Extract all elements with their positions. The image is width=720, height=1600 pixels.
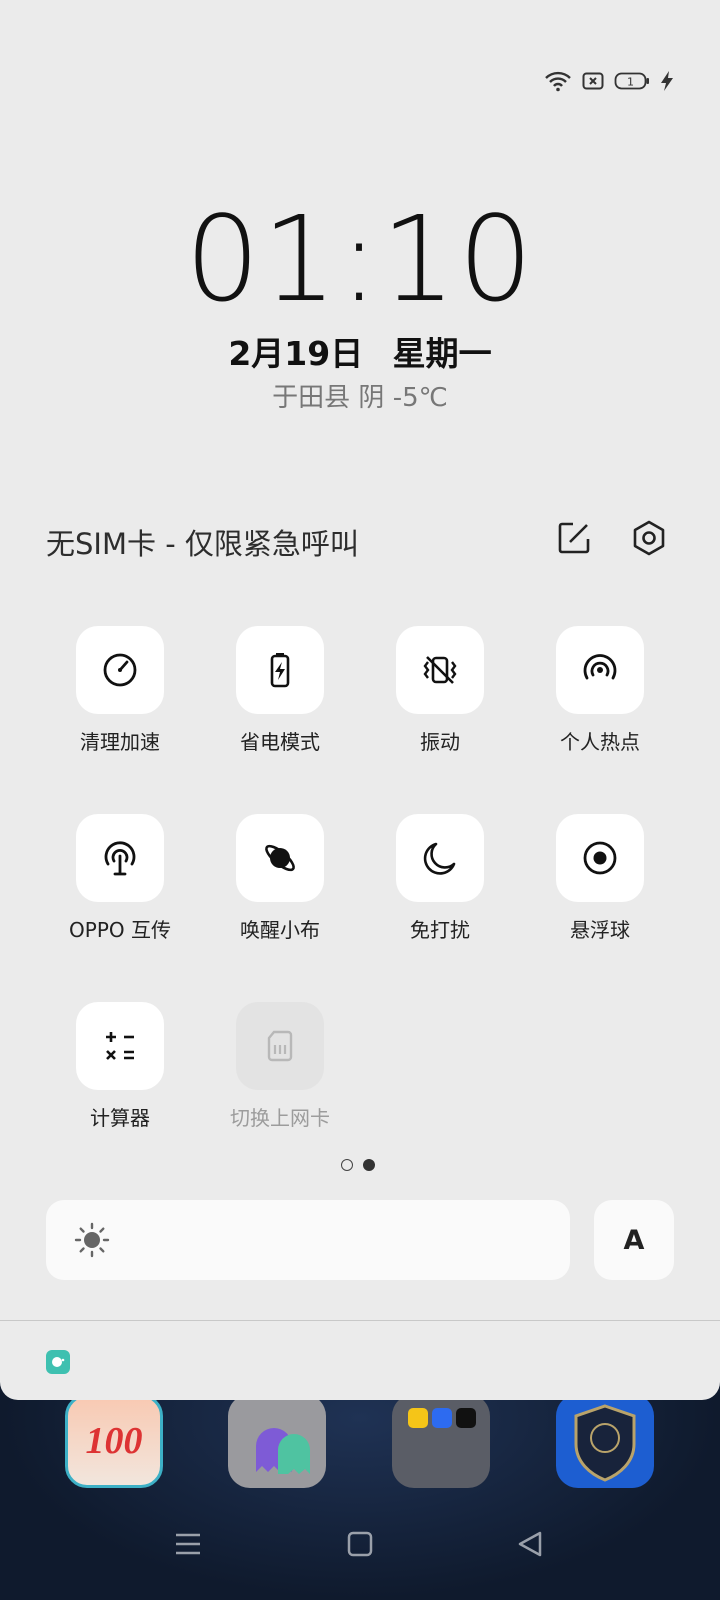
tile-button[interactable]	[236, 814, 324, 902]
tile-switch-data-sim[interactable]: 切换上网卡	[220, 1002, 340, 1142]
vibrate-off-icon	[423, 656, 457, 684]
home-app-icon[interactable]	[556, 1394, 654, 1488]
hotspot-icon	[583, 654, 617, 680]
tile-calculator[interactable]: 计算器	[60, 1002, 180, 1142]
brightness-slider[interactable]	[46, 1200, 570, 1280]
tile-wake-breeno[interactable]: 唤醒小布	[220, 814, 340, 954]
tile-power-saving[interactable]: 省电模式	[220, 626, 340, 766]
tile-label: 悬浮球	[570, 918, 630, 942]
tile-label: 清理加速	[80, 730, 160, 754]
sim-card-icon	[267, 1030, 293, 1062]
app-icon-text: 100	[85, 1420, 143, 1462]
floating-ball-icon	[583, 841, 617, 875]
tile-button[interactable]	[556, 814, 644, 902]
edit-button[interactable]	[552, 516, 596, 560]
date-text: 2月19日 星期一	[228, 334, 492, 373]
battery-level-text: 1	[627, 76, 634, 89]
tile-button[interactable]	[556, 626, 644, 714]
control-center-panel: 1 01:10 2月19日 星期一 于田县 阴 -5℃ 无SIM卡 - 仅限紧急…	[0, 0, 720, 1400]
share-antenna-icon	[104, 841, 136, 876]
divider	[0, 1320, 720, 1321]
tile-button[interactable]	[236, 1002, 324, 1090]
tile-label: OPPO 互传	[69, 918, 171, 942]
tile-label: 个人热点	[560, 730, 640, 754]
notification-app-icon[interactable]	[46, 1350, 70, 1374]
sun-icon	[74, 1222, 110, 1258]
screen: 100 1 01:10 2月19日 星期一 于田县 阴 -5℃ 无SIM卡 - …	[0, 0, 720, 1600]
edit-icon	[558, 522, 590, 554]
square-icon	[347, 1531, 373, 1557]
tile-label: 省电模式	[240, 730, 320, 754]
no-sim-icon	[582, 72, 604, 90]
tile-button[interactable]	[236, 626, 324, 714]
auto-brightness-button[interactable]: A	[594, 1200, 674, 1280]
tile-button[interactable]	[76, 1002, 164, 1090]
sim-status-text: 无SIM卡 - 仅限紧急呼叫	[46, 527, 359, 561]
tile-button[interactable]	[76, 626, 164, 714]
home-app-icon[interactable]	[228, 1394, 326, 1488]
charging-icon	[661, 71, 673, 91]
tile-clean-speed[interactable]: 清理加速	[60, 626, 180, 766]
gear-icon	[633, 520, 665, 556]
navigation-bar	[0, 1490, 720, 1600]
battery-icon: 1	[614, 72, 649, 90]
wifi-icon	[545, 71, 571, 92]
tile-floating-ball[interactable]: 悬浮球	[540, 814, 660, 954]
tile-button[interactable]	[76, 814, 164, 902]
tile-label: 切换上网卡	[230, 1106, 330, 1130]
recent-apps-button[interactable]	[162, 1518, 214, 1570]
tile-label: 唤醒小布	[240, 918, 320, 942]
battery-saver-icon	[270, 653, 290, 688]
tile-button[interactable]	[396, 626, 484, 714]
chat-bubble-icon	[52, 1357, 65, 1367]
weather-text: 于田县 阴 -5℃	[272, 383, 448, 413]
back-triangle-icon	[518, 1531, 542, 1557]
tile-button[interactable]	[396, 814, 484, 902]
tile-vibrate[interactable]: 振动	[380, 626, 500, 766]
speedometer-icon	[103, 653, 137, 687]
calculator-icon	[106, 1032, 134, 1060]
home-app-icon[interactable]: 100	[65, 1394, 163, 1488]
page-dot[interactable]	[341, 1159, 353, 1171]
back-button[interactable]	[504, 1518, 556, 1570]
tile-hotspot[interactable]: 个人热点	[540, 626, 660, 766]
tile-label: 免打扰	[410, 918, 470, 942]
tile-label: 振动	[420, 730, 460, 754]
tile-do-not-disturb[interactable]: 免打扰	[380, 814, 500, 954]
tile-label: 计算器	[90, 1106, 150, 1130]
menu-icon	[176, 1533, 200, 1555]
planet-icon	[265, 844, 295, 872]
home-button[interactable]	[334, 1518, 386, 1570]
page-dot-active[interactable]	[363, 1159, 375, 1171]
clock-time: 01:10	[184, 190, 536, 328]
status-icons: 1	[544, 70, 674, 92]
page-indicator	[341, 1159, 375, 1171]
home-app-folder[interactable]	[392, 1394, 490, 1488]
ghost-app-icon	[256, 1428, 310, 1474]
settings-button[interactable]	[627, 516, 671, 560]
moon-icon	[423, 842, 456, 875]
folder-icon	[408, 1408, 476, 1428]
shield-badge-icon	[574, 1404, 636, 1482]
tile-oppo-share[interactable]: OPPO 互传	[60, 814, 180, 954]
